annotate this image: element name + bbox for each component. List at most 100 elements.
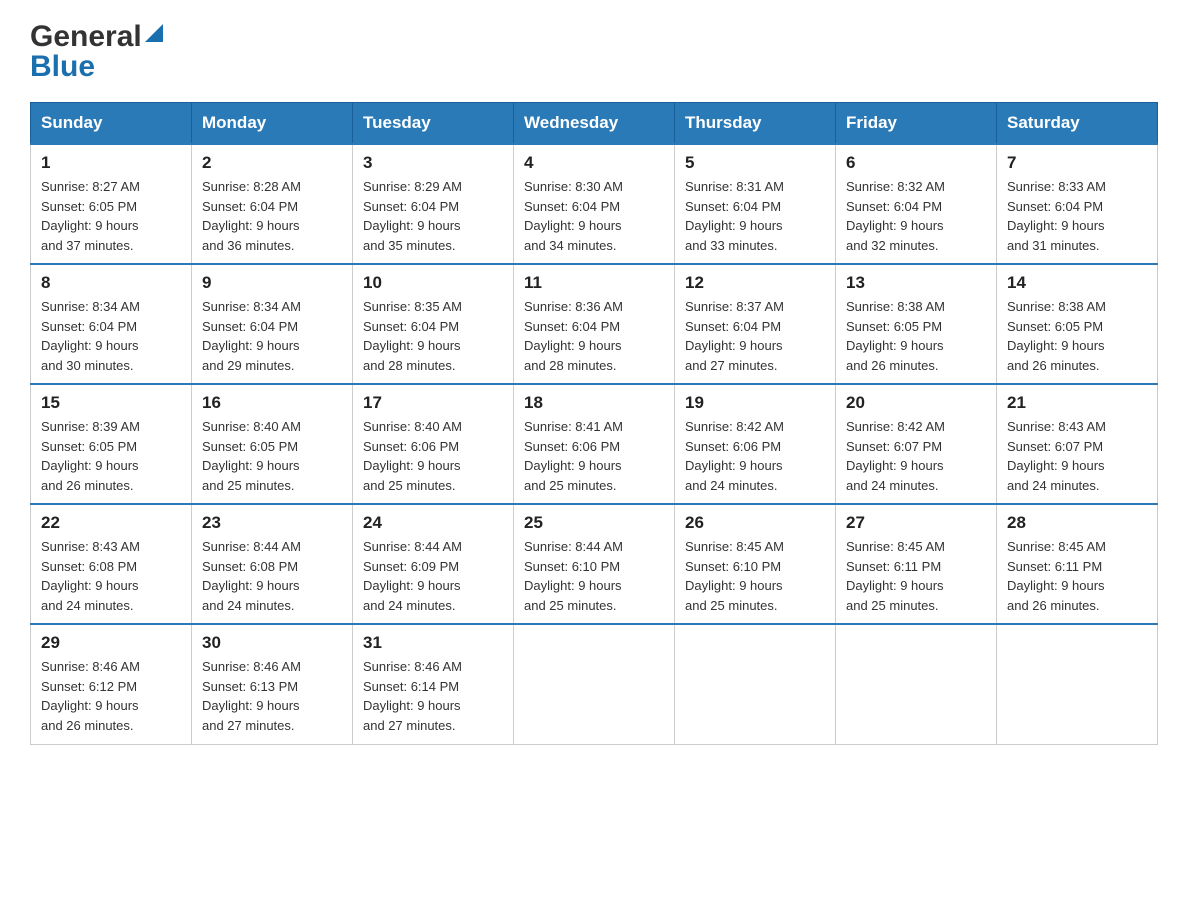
week-row-1: 1 Sunrise: 8:27 AMSunset: 6:05 PMDayligh… [31, 144, 1158, 264]
day-number: 12 [685, 273, 825, 293]
day-number: 6 [846, 153, 986, 173]
day-number: 14 [1007, 273, 1147, 293]
col-header-tuesday: Tuesday [353, 103, 514, 145]
page-header: General Blue [30, 20, 1158, 84]
day-info: Sunrise: 8:42 AMSunset: 6:07 PMDaylight:… [846, 419, 945, 493]
week-row-2: 8 Sunrise: 8:34 AMSunset: 6:04 PMDayligh… [31, 264, 1158, 384]
day-number: 3 [363, 153, 503, 173]
day-info: Sunrise: 8:32 AMSunset: 6:04 PMDaylight:… [846, 179, 945, 253]
day-cell: 5 Sunrise: 8:31 AMSunset: 6:04 PMDayligh… [675, 144, 836, 264]
day-number: 27 [846, 513, 986, 533]
day-number: 18 [524, 393, 664, 413]
day-cell: 12 Sunrise: 8:37 AMSunset: 6:04 PMDaylig… [675, 264, 836, 384]
day-info: Sunrise: 8:40 AMSunset: 6:05 PMDaylight:… [202, 419, 301, 493]
logo-triangle-svg [145, 24, 163, 42]
header-row: SundayMondayTuesdayWednesdayThursdayFrid… [31, 103, 1158, 145]
logo-general-text: General [30, 20, 142, 54]
day-number: 11 [524, 273, 664, 293]
day-cell: 16 Sunrise: 8:40 AMSunset: 6:05 PMDaylig… [192, 384, 353, 504]
day-cell [514, 624, 675, 744]
day-cell: 13 Sunrise: 8:38 AMSunset: 6:05 PMDaylig… [836, 264, 997, 384]
day-cell: 14 Sunrise: 8:38 AMSunset: 6:05 PMDaylig… [997, 264, 1158, 384]
day-number: 17 [363, 393, 503, 413]
day-cell [675, 624, 836, 744]
day-number: 19 [685, 393, 825, 413]
day-info: Sunrise: 8:31 AMSunset: 6:04 PMDaylight:… [685, 179, 784, 253]
day-cell: 24 Sunrise: 8:44 AMSunset: 6:09 PMDaylig… [353, 504, 514, 624]
day-number: 2 [202, 153, 342, 173]
day-cell: 7 Sunrise: 8:33 AMSunset: 6:04 PMDayligh… [997, 144, 1158, 264]
day-info: Sunrise: 8:46 AMSunset: 6:14 PMDaylight:… [363, 659, 462, 733]
col-header-wednesday: Wednesday [514, 103, 675, 145]
day-number: 20 [846, 393, 986, 413]
day-cell: 25 Sunrise: 8:44 AMSunset: 6:10 PMDaylig… [514, 504, 675, 624]
logo: General Blue [30, 20, 163, 84]
day-number: 29 [41, 633, 181, 653]
day-number: 16 [202, 393, 342, 413]
day-cell: 6 Sunrise: 8:32 AMSunset: 6:04 PMDayligh… [836, 144, 997, 264]
logo-blue-text: Blue [30, 50, 163, 84]
day-info: Sunrise: 8:45 AMSunset: 6:11 PMDaylight:… [846, 539, 945, 613]
col-header-friday: Friday [836, 103, 997, 145]
day-cell: 3 Sunrise: 8:29 AMSunset: 6:04 PMDayligh… [353, 144, 514, 264]
day-number: 28 [1007, 513, 1147, 533]
day-cell: 22 Sunrise: 8:43 AMSunset: 6:08 PMDaylig… [31, 504, 192, 624]
day-cell: 10 Sunrise: 8:35 AMSunset: 6:04 PMDaylig… [353, 264, 514, 384]
day-number: 8 [41, 273, 181, 293]
day-info: Sunrise: 8:34 AMSunset: 6:04 PMDaylight:… [41, 299, 140, 373]
day-cell: 18 Sunrise: 8:41 AMSunset: 6:06 PMDaylig… [514, 384, 675, 504]
day-info: Sunrise: 8:28 AMSunset: 6:04 PMDaylight:… [202, 179, 301, 253]
day-cell: 11 Sunrise: 8:36 AMSunset: 6:04 PMDaylig… [514, 264, 675, 384]
day-info: Sunrise: 8:35 AMSunset: 6:04 PMDaylight:… [363, 299, 462, 373]
day-number: 5 [685, 153, 825, 173]
day-cell: 20 Sunrise: 8:42 AMSunset: 6:07 PMDaylig… [836, 384, 997, 504]
day-cell: 8 Sunrise: 8:34 AMSunset: 6:04 PMDayligh… [31, 264, 192, 384]
day-cell: 29 Sunrise: 8:46 AMSunset: 6:12 PMDaylig… [31, 624, 192, 744]
day-cell [836, 624, 997, 744]
day-number: 31 [363, 633, 503, 653]
day-cell: 21 Sunrise: 8:43 AMSunset: 6:07 PMDaylig… [997, 384, 1158, 504]
day-info: Sunrise: 8:44 AMSunset: 6:09 PMDaylight:… [363, 539, 462, 613]
day-cell: 15 Sunrise: 8:39 AMSunset: 6:05 PMDaylig… [31, 384, 192, 504]
day-number: 15 [41, 393, 181, 413]
day-info: Sunrise: 8:38 AMSunset: 6:05 PMDaylight:… [846, 299, 945, 373]
day-info: Sunrise: 8:43 AMSunset: 6:07 PMDaylight:… [1007, 419, 1106, 493]
col-header-saturday: Saturday [997, 103, 1158, 145]
day-info: Sunrise: 8:36 AMSunset: 6:04 PMDaylight:… [524, 299, 623, 373]
day-cell: 4 Sunrise: 8:30 AMSunset: 6:04 PMDayligh… [514, 144, 675, 264]
day-number: 9 [202, 273, 342, 293]
day-cell: 19 Sunrise: 8:42 AMSunset: 6:06 PMDaylig… [675, 384, 836, 504]
day-info: Sunrise: 8:34 AMSunset: 6:04 PMDaylight:… [202, 299, 301, 373]
logo-line1: General [30, 20, 163, 54]
day-number: 22 [41, 513, 181, 533]
day-number: 13 [846, 273, 986, 293]
day-number: 21 [1007, 393, 1147, 413]
day-number: 26 [685, 513, 825, 533]
day-info: Sunrise: 8:46 AMSunset: 6:12 PMDaylight:… [41, 659, 140, 733]
week-row-4: 22 Sunrise: 8:43 AMSunset: 6:08 PMDaylig… [31, 504, 1158, 624]
day-info: Sunrise: 8:38 AMSunset: 6:05 PMDaylight:… [1007, 299, 1106, 373]
logo-flag [145, 24, 163, 47]
day-cell: 23 Sunrise: 8:44 AMSunset: 6:08 PMDaylig… [192, 504, 353, 624]
week-row-3: 15 Sunrise: 8:39 AMSunset: 6:05 PMDaylig… [31, 384, 1158, 504]
day-info: Sunrise: 8:27 AMSunset: 6:05 PMDaylight:… [41, 179, 140, 253]
day-number: 1 [41, 153, 181, 173]
day-number: 4 [524, 153, 664, 173]
day-info: Sunrise: 8:44 AMSunset: 6:08 PMDaylight:… [202, 539, 301, 613]
col-header-monday: Monday [192, 103, 353, 145]
day-number: 25 [524, 513, 664, 533]
calendar-table: SundayMondayTuesdayWednesdayThursdayFrid… [30, 102, 1158, 745]
day-info: Sunrise: 8:39 AMSunset: 6:05 PMDaylight:… [41, 419, 140, 493]
day-number: 10 [363, 273, 503, 293]
day-cell [997, 624, 1158, 744]
day-info: Sunrise: 8:40 AMSunset: 6:06 PMDaylight:… [363, 419, 462, 493]
day-info: Sunrise: 8:43 AMSunset: 6:08 PMDaylight:… [41, 539, 140, 613]
day-info: Sunrise: 8:37 AMSunset: 6:04 PMDaylight:… [685, 299, 784, 373]
day-info: Sunrise: 8:45 AMSunset: 6:10 PMDaylight:… [685, 539, 784, 613]
day-cell: 17 Sunrise: 8:40 AMSunset: 6:06 PMDaylig… [353, 384, 514, 504]
day-info: Sunrise: 8:44 AMSunset: 6:10 PMDaylight:… [524, 539, 623, 613]
day-info: Sunrise: 8:46 AMSunset: 6:13 PMDaylight:… [202, 659, 301, 733]
col-header-sunday: Sunday [31, 103, 192, 145]
col-header-thursday: Thursday [675, 103, 836, 145]
day-info: Sunrise: 8:29 AMSunset: 6:04 PMDaylight:… [363, 179, 462, 253]
